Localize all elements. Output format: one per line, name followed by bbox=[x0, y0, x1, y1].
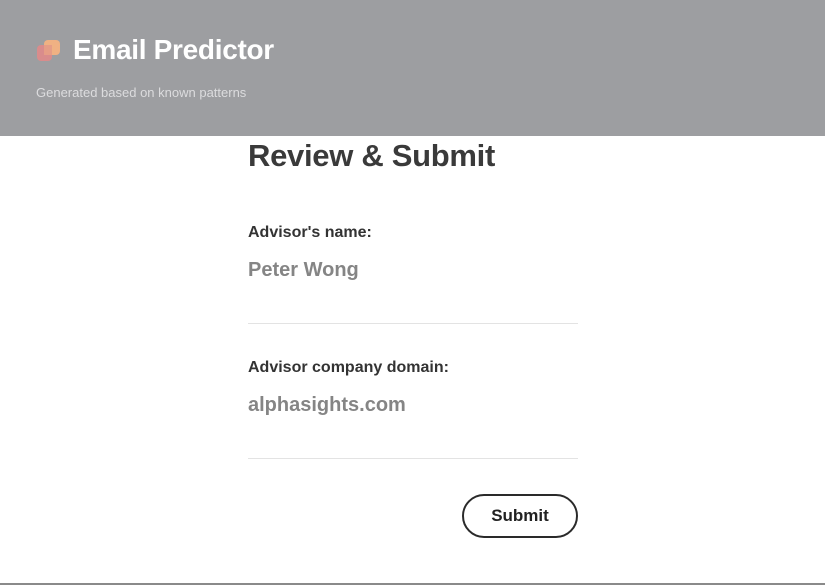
divider bbox=[248, 323, 578, 324]
submit-button[interactable]: Submit bbox=[462, 494, 578, 538]
app-header: Email Predictor Generated based on known… bbox=[0, 0, 825, 136]
app-subtitle: Generated based on known patterns bbox=[36, 85, 247, 100]
app-title: Email Predictor bbox=[73, 34, 274, 65]
divider bbox=[248, 458, 578, 459]
advisor-domain-value: alphasights.com bbox=[248, 394, 406, 416]
page-title: Review & Submit bbox=[248, 138, 495, 173]
advisor-name-label: Advisor's name: bbox=[248, 224, 372, 241]
advisor-domain-label: Advisor company domain: bbox=[248, 359, 449, 376]
logo-icon bbox=[36, 39, 62, 63]
advisor-name-value: Peter Wong bbox=[248, 259, 359, 281]
